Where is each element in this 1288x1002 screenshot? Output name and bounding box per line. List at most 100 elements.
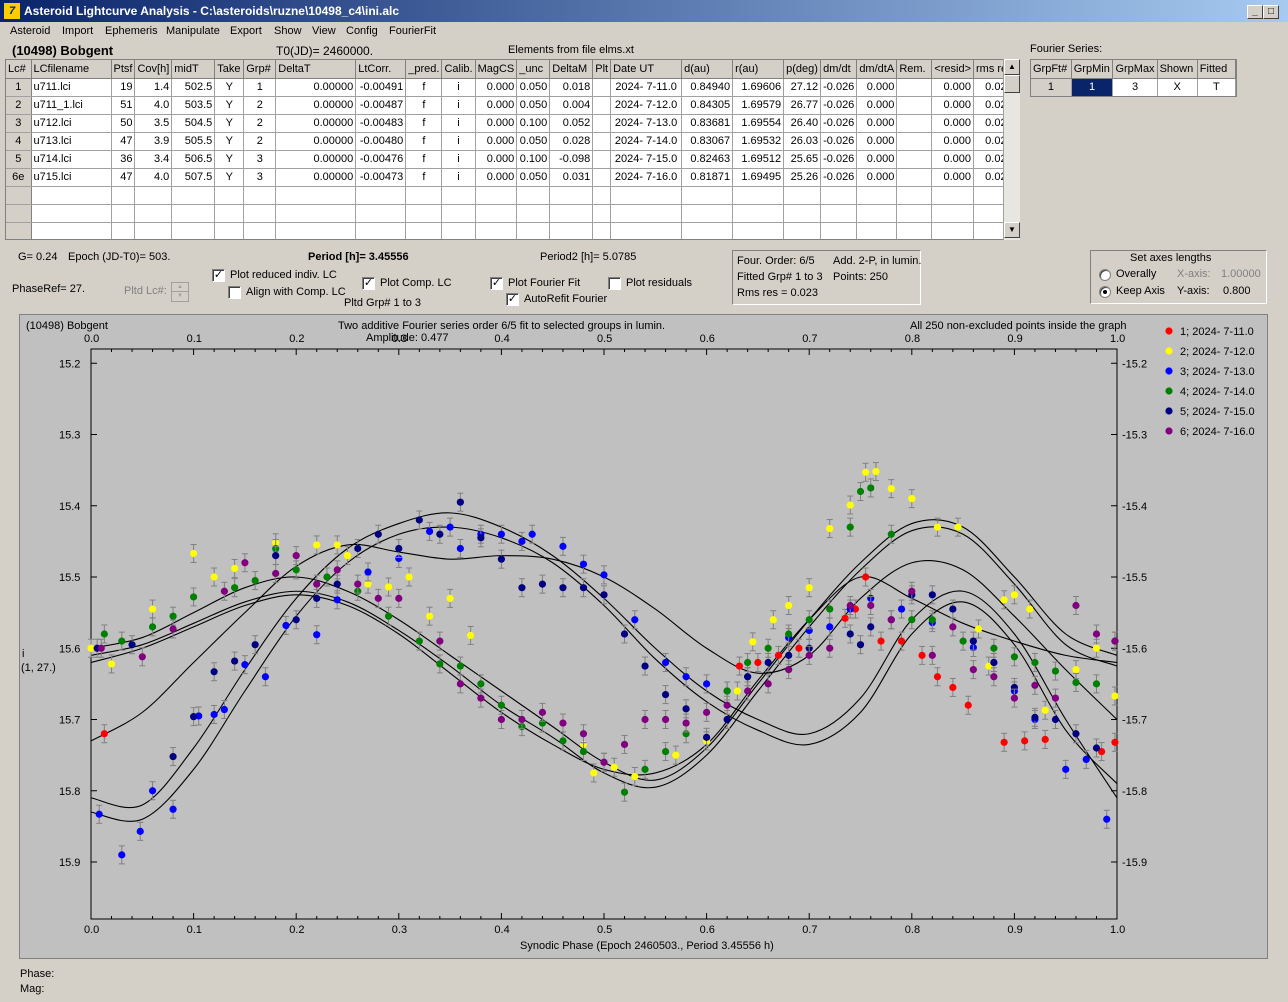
data-point[interactable] — [846, 630, 854, 638]
spin-down-icon[interactable]: ▼ — [172, 292, 188, 301]
data-point[interactable] — [220, 587, 228, 595]
data-point[interactable] — [559, 584, 567, 592]
table-cell[interactable] — [355, 222, 407, 239]
data-point[interactable] — [518, 715, 526, 724]
table-cell[interactable] — [820, 222, 858, 239]
table-cell[interactable] — [6, 204, 32, 223]
data-point[interactable] — [190, 593, 198, 601]
table-cell[interactable]: 2 — [243, 96, 277, 115]
table-cell[interactable] — [592, 78, 612, 97]
table-cell[interactable] — [355, 186, 407, 205]
lightcurve-plot[interactable]: 0.0 0.0 0.1 0.1 0.2 0.2 0.3 0.3 0.4 0.4 0.5 0.5 0.6 0… — [19, 314, 1268, 959]
table-cell[interactable]: 2024- 7-15.0 — [610, 150, 683, 169]
data-point[interactable] — [333, 541, 341, 549]
table-cell[interactable]: 26.77 — [783, 96, 822, 115]
data-point[interactable] — [1062, 765, 1070, 773]
table-cell[interactable] — [31, 204, 112, 223]
data-point[interactable] — [826, 644, 834, 652]
table-cell[interactable]: 3 — [243, 150, 277, 169]
data-point[interactable] — [897, 637, 906, 645]
table-cell[interactable]: 26.40 — [783, 114, 822, 133]
data-point[interactable] — [210, 710, 218, 719]
plot-svg[interactable]: 0.00.00.10.10.20.20.30.30.40.40.50.50.60… — [20, 315, 1267, 958]
table-cell[interactable] — [475, 186, 518, 205]
table-cell[interactable] — [31, 222, 112, 239]
table-cell[interactable] — [214, 204, 245, 223]
table-scrollbar[interactable]: ▲ ▼ — [1003, 59, 1020, 240]
table-cell[interactable] — [732, 222, 785, 239]
data-point[interactable] — [241, 661, 249, 669]
table-cell[interactable] — [275, 204, 357, 223]
menu-import[interactable]: Import — [62, 25, 93, 37]
data-point[interactable] — [467, 631, 475, 640]
data-point[interactable] — [354, 580, 362, 588]
table-cell[interactable]: 0.82463 — [681, 150, 734, 169]
data-point[interactable] — [1031, 658, 1039, 667]
table-cell[interactable]: 0.050 — [516, 132, 551, 151]
data-point[interactable] — [292, 616, 300, 624]
data-point[interactable] — [600, 591, 608, 599]
data-point[interactable] — [100, 630, 108, 638]
table-cell[interactable] — [592, 168, 612, 187]
data-point[interactable] — [190, 549, 198, 558]
table-cell[interactable]: 0.050 — [516, 96, 551, 115]
table-cell[interactable]: u713.lci — [31, 132, 112, 151]
table-cell[interactable]: Y — [214, 150, 245, 169]
data-point[interactable] — [764, 644, 772, 652]
data-point[interactable] — [395, 594, 403, 602]
data-point[interactable] — [1092, 744, 1101, 752]
table-row[interactable]: 5 u714.lci 36 3.4 506.5 Y 3 0.00000 -0.00476 f i 0.… — [6, 150, 1016, 169]
data-point[interactable] — [620, 630, 629, 638]
table-cell[interactable]: 0.00000 — [275, 78, 357, 97]
data-point[interactable] — [826, 524, 834, 533]
data-point[interactable] — [415, 637, 423, 645]
table-cell[interactable] — [214, 222, 245, 239]
data-point[interactable] — [887, 485, 895, 493]
table-cell[interactable]: 1.69579 — [732, 96, 785, 115]
table-cell[interactable]: f — [405, 168, 443, 187]
data-point[interactable] — [805, 584, 813, 592]
table-cell[interactable] — [896, 222, 933, 239]
table-cell[interactable]: 0.052 — [549, 114, 594, 133]
table-cell[interactable]: Y — [214, 96, 245, 115]
menu-manipulate[interactable]: Manipulate — [166, 25, 220, 37]
table-cell[interactable]: 3 — [243, 168, 277, 187]
table-cell[interactable] — [516, 204, 551, 223]
table-cell[interactable] — [475, 222, 518, 239]
table-cell[interactable]: 3.4 — [134, 150, 173, 169]
lc-col-header[interactable]: _unc — [516, 60, 551, 79]
data-point[interactable] — [954, 523, 962, 531]
data-point[interactable] — [872, 467, 880, 476]
plot-reduced-checkbox[interactable]: ✓ — [212, 269, 225, 282]
data-point[interactable] — [497, 530, 505, 538]
table-cell[interactable]: 50 — [111, 114, 136, 133]
data-point[interactable] — [425, 612, 434, 620]
data-point[interactable] — [990, 644, 998, 652]
data-point[interactable] — [333, 566, 341, 574]
data-point[interactable] — [785, 630, 793, 638]
data-point[interactable] — [600, 758, 608, 766]
data-point[interactable] — [384, 583, 393, 591]
data-point[interactable] — [949, 683, 957, 692]
data-point[interactable] — [826, 605, 834, 613]
data-point[interactable] — [95, 810, 103, 818]
data-point[interactable] — [333, 596, 341, 604]
data-point[interactable] — [620, 788, 629, 796]
data-point[interactable] — [723, 715, 731, 724]
data-point[interactable] — [749, 638, 757, 646]
menu-ephemeris[interactable]: Ephemeris — [105, 25, 158, 37]
data-point[interactable] — [169, 625, 177, 633]
table-cell[interactable]: 2024- 7-16.0 — [610, 168, 683, 187]
table-cell[interactable]: 0.000 — [475, 96, 518, 115]
table-cell[interactable]: f — [405, 96, 443, 115]
data-point[interactable] — [436, 530, 444, 538]
maximize-button[interactable]: □ — [1263, 5, 1279, 19]
data-point[interactable] — [990, 673, 998, 681]
row-header[interactable]: 3 — [6, 114, 32, 133]
data-point[interactable] — [313, 631, 321, 639]
table-cell[interactable]: -0.026 — [820, 168, 858, 187]
scroll-thumb[interactable] — [1004, 75, 1020, 93]
table-cell[interactable]: f — [405, 114, 443, 133]
data-point[interactable] — [436, 660, 444, 668]
row-header[interactable]: 1 — [6, 78, 32, 97]
